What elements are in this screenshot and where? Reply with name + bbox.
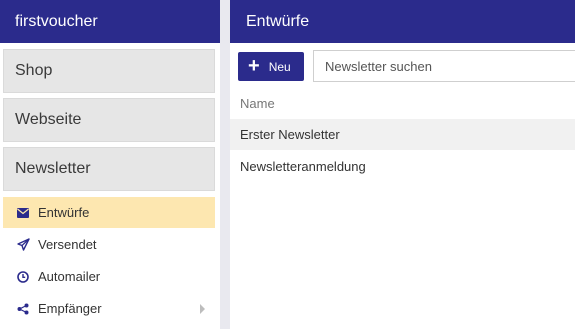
- main-panel: Entwürfe + Neu Name Erster Newsletter Ne…: [230, 0, 575, 329]
- envelope-icon: [16, 206, 30, 220]
- sidebar-item-drafts[interactable]: Entwürfe: [3, 197, 215, 228]
- new-button-label: Neu: [268, 59, 291, 74]
- clock-icon: [16, 270, 30, 284]
- paper-plane-icon: [16, 238, 30, 252]
- sidebar-item-sent[interactable]: Versendet: [3, 229, 215, 260]
- sidebar: firstvoucher Shop Webseite Newsletter En…: [0, 0, 220, 329]
- sidebar-section-newsletter[interactable]: Newsletter: [3, 147, 215, 191]
- sidebar-item-label: Empfänger: [38, 301, 102, 316]
- panel-divider: [220, 0, 230, 329]
- sidebar-item-recipients[interactable]: Empfänger: [3, 293, 215, 324]
- sidebar-item-label: Versendet: [38, 237, 97, 252]
- search-input[interactable]: [313, 50, 575, 82]
- brand-title: firstvoucher: [0, 0, 220, 43]
- sidebar-item-label: Entwürfe: [38, 205, 90, 220]
- sidebar-item-label: Automailer: [38, 269, 101, 284]
- page-title: Entwürfe: [230, 0, 575, 43]
- sidebar-section-website[interactable]: Webseite: [3, 98, 215, 142]
- chevron-right-icon: [200, 304, 205, 314]
- list-item[interactable]: Erster Newsletter: [230, 119, 575, 150]
- sidebar-item-automailer[interactable]: Automailer: [3, 261, 215, 292]
- plus-icon: +: [248, 54, 260, 77]
- share-icon: [16, 302, 30, 316]
- new-newsletter-button[interactable]: + Neu: [238, 52, 304, 81]
- column-header-name[interactable]: Name: [240, 96, 275, 111]
- list-item[interactable]: Newsletteranmeldung: [230, 151, 575, 182]
- sidebar-section-shop[interactable]: Shop: [3, 49, 215, 93]
